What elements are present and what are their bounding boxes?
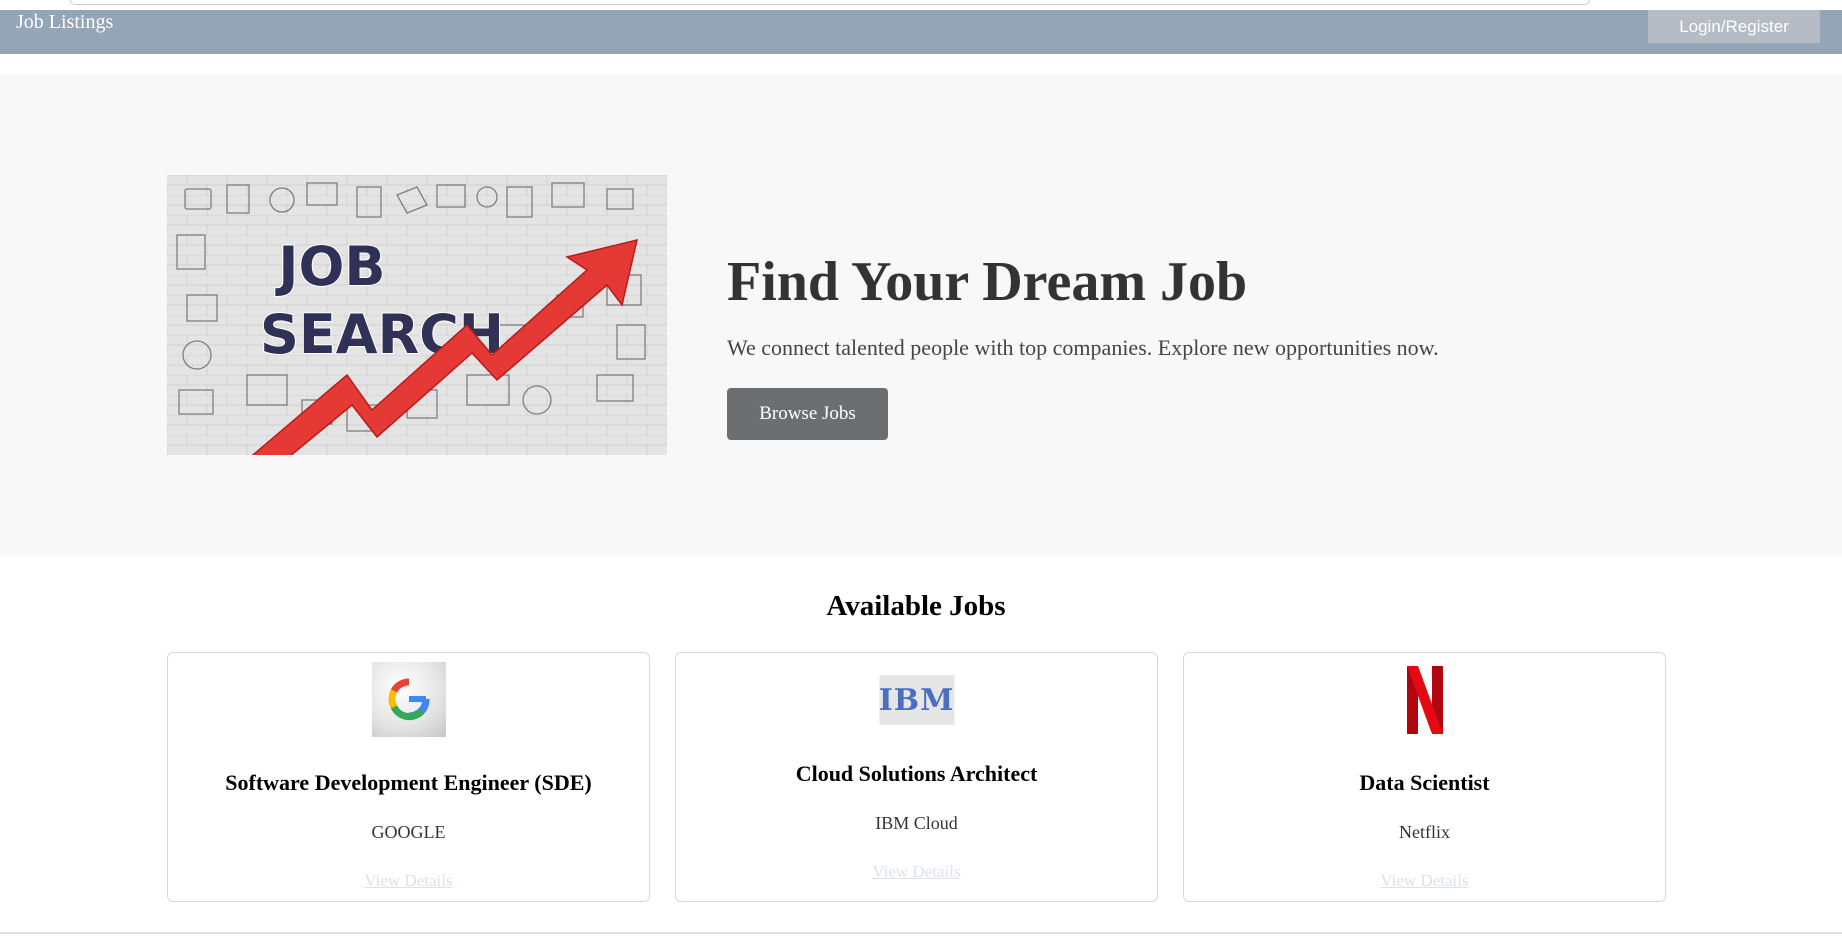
company-name: GOOGLE (371, 822, 446, 842)
company-name: Netflix (1399, 822, 1450, 842)
google-logo-icon (371, 662, 446, 737)
job-text: JOB (274, 235, 385, 298)
ibm-logo-icon: IBM (879, 675, 954, 725)
available-jobs-heading: Available Jobs (826, 590, 1006, 622)
job-title: Cloud Solutions Architect (795, 761, 1038, 786)
login-register-button[interactable]: Login/Register (1648, 10, 1820, 43)
job-search-illustration: JOB SEARCH (167, 175, 667, 455)
view-details-link[interactable]: View Details (168, 871, 649, 891)
hero-subtitle: We connect talented people with top comp… (727, 335, 1439, 360)
hero-title: Find Your Dream Job (727, 251, 1248, 313)
company-name: IBM Cloud (875, 813, 958, 833)
browser-search-bar-edge (70, 0, 1590, 5)
navbar: Job Listings Login/Register (0, 10, 1842, 54)
footer-divider (0, 932, 1842, 934)
job-search-image: JOB SEARCH (167, 175, 667, 455)
hero-section: JOB SEARCH Find Your Dream Job We connec… (0, 75, 1842, 556)
view-details-link[interactable]: View Details (676, 862, 1157, 882)
job-card-ibm: IBM Cloud Solutions Architect IBM Cloud … (675, 652, 1158, 902)
job-title: Data Scientist (1359, 770, 1490, 795)
view-details-link[interactable]: View Details (1184, 871, 1665, 891)
brand-title[interactable]: Job Listings (16, 11, 113, 34)
job-card-netflix: Data Scientist Netflix View Details (1183, 652, 1666, 902)
browse-jobs-button[interactable]: Browse Jobs (727, 388, 888, 440)
job-title: Software Development Engineer (SDE) (225, 770, 592, 795)
netflix-logo-icon (1405, 666, 1445, 734)
job-card-google: Software Development Engineer (SDE) GOOG… (167, 652, 650, 902)
